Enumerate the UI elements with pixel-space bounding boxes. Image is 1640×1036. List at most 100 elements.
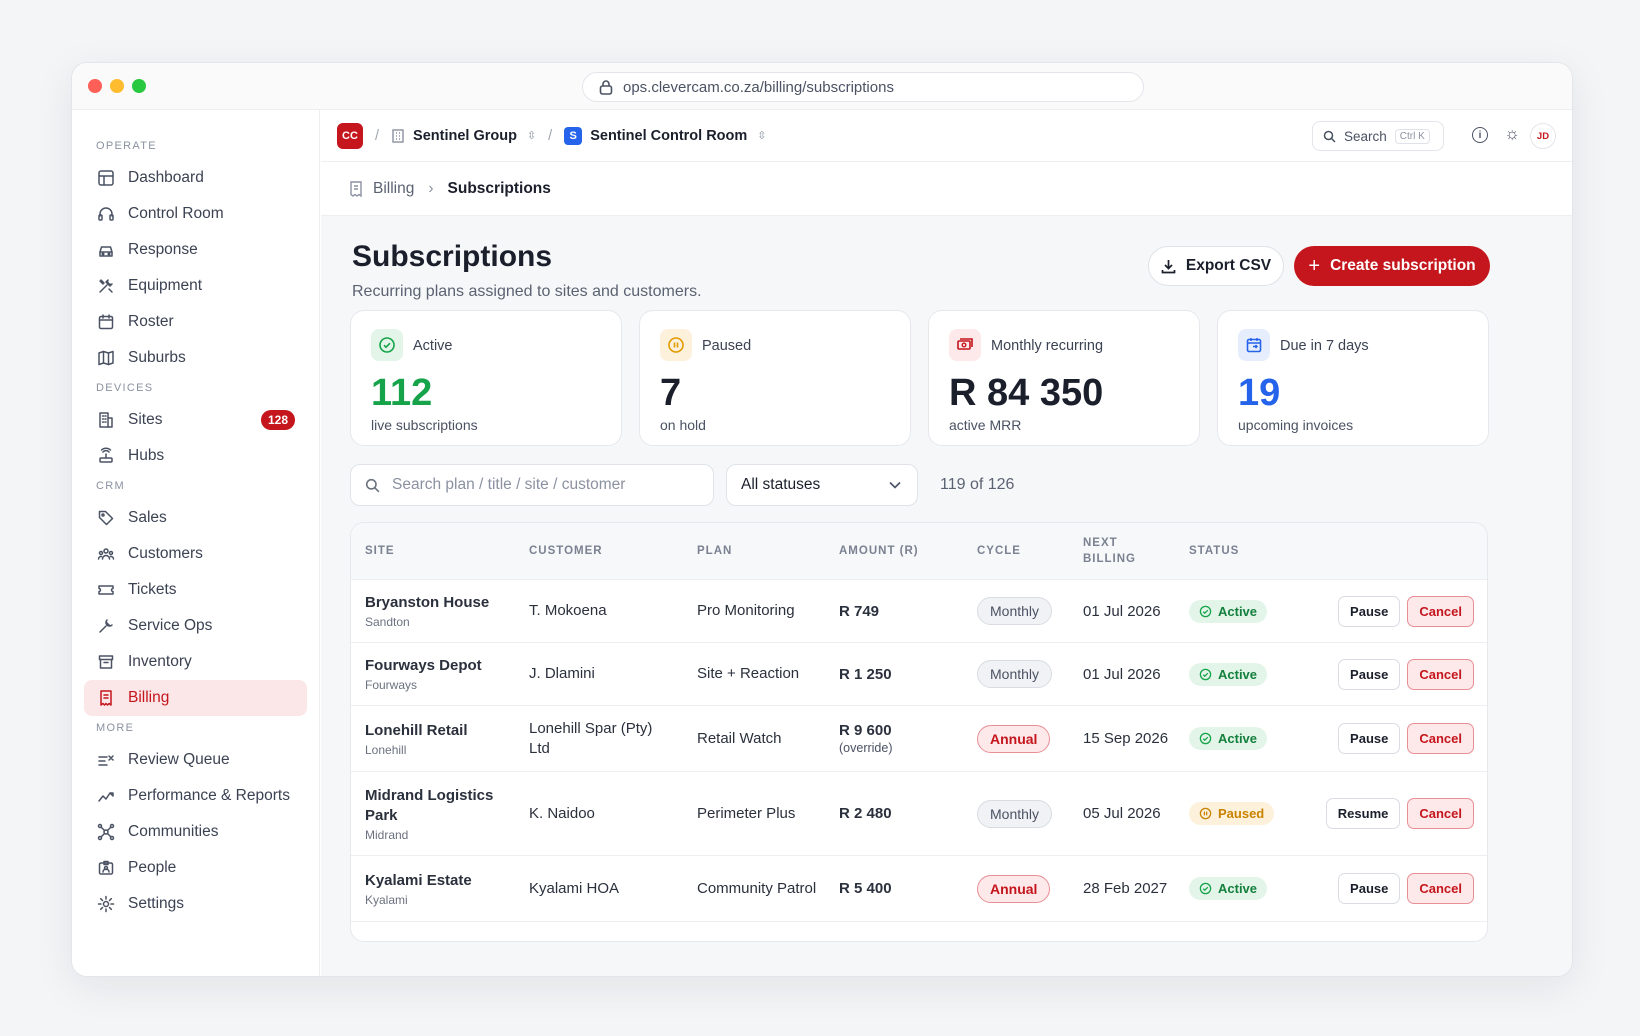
cancel-button[interactable]: Cancel bbox=[1407, 658, 1474, 690]
pause-button[interactable]: Pause bbox=[1338, 658, 1401, 690]
site-name[interactable]: Midrand Logistics Park bbox=[365, 786, 529, 826]
status-select[interactable]: All statuses bbox=[726, 464, 918, 506]
sidebar-item-label: Suburbs bbox=[128, 349, 186, 366]
nav-section-title: OPERATE bbox=[96, 140, 157, 152]
pause-button[interactable]: Pause bbox=[1338, 595, 1401, 627]
stat-label: Monthly recurring bbox=[991, 338, 1104, 354]
site-name[interactable]: Fourways Depot bbox=[365, 656, 529, 676]
sidebar-item-response[interactable]: Response bbox=[84, 232, 307, 268]
amount-cell: R 2 480 bbox=[839, 805, 892, 822]
sidebar-item-sites[interactable]: Sites 128 bbox=[84, 402, 307, 438]
stat-caption: live subscriptions bbox=[371, 417, 478, 433]
status-badge: Active bbox=[1189, 877, 1268, 900]
cycle-badge: Annual bbox=[977, 874, 1051, 903]
stat-card-due-in-7-days: Due in 7 days 19 upcoming invoices bbox=[1217, 310, 1489, 446]
site-name[interactable]: Lonehill Retail bbox=[365, 721, 529, 741]
amount-cell: R 5 400 bbox=[839, 880, 892, 897]
site-suburb: Midrand bbox=[365, 827, 409, 842]
sidebar-item-billing[interactable]: Billing bbox=[84, 680, 307, 716]
lock-icon bbox=[599, 80, 613, 95]
sidebar-item-communities[interactable]: Communities bbox=[84, 814, 307, 850]
sidebar-item-label: Customers bbox=[128, 545, 203, 562]
customer-cell: K. Naidoo bbox=[529, 804, 595, 822]
breadcrumb-billing[interactable]: Billing bbox=[373, 180, 414, 198]
site-name[interactable]: Bryanston House bbox=[365, 593, 529, 613]
table-row[interactable]: Kyalami Estate Kyalami Kyalami HOA Commun… bbox=[351, 856, 1487, 922]
pause-button[interactable]: Pause bbox=[1338, 723, 1401, 754]
sidebar-item-performance-reports[interactable]: Performance & Reports bbox=[84, 778, 307, 814]
stat-card-active: Active 112 live subscriptions bbox=[350, 310, 622, 446]
close-window-button[interactable] bbox=[88, 79, 102, 93]
plan-cell: Community Patrol bbox=[697, 879, 817, 897]
resume-button[interactable]: Resume bbox=[1325, 798, 1401, 829]
sidebar-item-control-room[interactable]: Control Room bbox=[84, 196, 307, 232]
search-input[interactable]: Search plan / title / site / customer bbox=[350, 464, 714, 506]
column-header: AMOUNT (R) bbox=[839, 545, 919, 557]
sidebar-item-equipment[interactable]: Equipment bbox=[84, 268, 307, 304]
check-circle-icon bbox=[1199, 668, 1212, 681]
minimize-window-button[interactable] bbox=[110, 79, 124, 93]
site-name[interactable]: Kyalami Estate bbox=[365, 871, 529, 891]
sidebar-item-settings[interactable]: Settings bbox=[84, 886, 307, 922]
table-row[interactable]: Bryanston House Sandton T. Mokoena Pro Mo… bbox=[351, 580, 1487, 643]
table-row[interactable]: Midrand Logistics Park Midrand K. Naidoo … bbox=[351, 772, 1487, 856]
sidebar-item-label: Billing bbox=[128, 689, 170, 706]
org-logo[interactable]: CC bbox=[337, 122, 363, 149]
ticket-icon bbox=[96, 580, 116, 600]
site-suburb: Sandton bbox=[365, 615, 410, 629]
maximize-window-button[interactable] bbox=[132, 79, 146, 93]
sidebar-item-customers[interactable]: Customers bbox=[84, 536, 307, 572]
sidebar-item-dashboard[interactable]: Dashboard bbox=[84, 160, 307, 196]
amount-cell: R 9 600 bbox=[839, 722, 892, 739]
chevron-down-icon bbox=[889, 481, 901, 489]
chart-icon bbox=[96, 786, 116, 806]
page-subtitle: Recurring plans assigned to sites and cu… bbox=[352, 283, 702, 300]
column-header: PLAN bbox=[697, 545, 733, 557]
table-row[interactable]: Lonehill Retail Lonehill Lonehill Spar (P… bbox=[351, 706, 1487, 772]
pause-button[interactable]: Pause bbox=[1338, 873, 1401, 904]
next-billing-cell: 28 Feb 2027 bbox=[1083, 880, 1168, 897]
sidebar-item-sales[interactable]: Sales bbox=[84, 500, 307, 536]
cancel-button[interactable]: Cancel bbox=[1407, 723, 1474, 754]
cancel-button[interactable]: Cancel bbox=[1407, 798, 1474, 829]
sidebar-item-hubs[interactable]: Hubs bbox=[84, 438, 307, 474]
money-icon bbox=[949, 329, 981, 361]
building-icon bbox=[96, 410, 116, 430]
workspace-switcher[interactable]: Sentinel Control Room bbox=[590, 128, 747, 144]
table-row[interactable]: Fourways Depot Fourways J. Dlamini Site +… bbox=[351, 643, 1487, 706]
cancel-button[interactable]: Cancel bbox=[1407, 873, 1474, 904]
sidebar-item-label: Control Room bbox=[128, 205, 224, 222]
amount-cell: R 749 bbox=[839, 602, 880, 620]
browser-window: ops.clevercam.co.za/billing/subscription… bbox=[71, 62, 1573, 977]
create-subscription-button[interactable]: + Create subscription bbox=[1294, 246, 1490, 286]
tools-icon bbox=[96, 276, 116, 296]
sidebar-item-service-ops[interactable]: Service Ops bbox=[84, 608, 307, 644]
sidebar-item-label: Roster bbox=[128, 313, 174, 330]
chevron-updown-icon[interactable]: ⇳ bbox=[757, 129, 766, 142]
cancel-button[interactable]: Cancel bbox=[1407, 595, 1474, 627]
sidebar-item-people[interactable]: People bbox=[84, 850, 307, 886]
status-badge: Active bbox=[1189, 599, 1268, 623]
address-bar[interactable]: ops.clevercam.co.za/billing/subscription… bbox=[582, 72, 1144, 102]
sun-icon[interactable]: ☼ bbox=[1504, 124, 1520, 144]
nav-section-title: DEVICES bbox=[96, 382, 154, 394]
customer-cell: T. Mokoena bbox=[529, 602, 607, 619]
network-icon bbox=[96, 822, 116, 842]
customer-cell: Kyalami HOA bbox=[529, 879, 620, 897]
org-switcher[interactable]: Sentinel Group bbox=[413, 128, 517, 144]
sidebar-item-roster[interactable]: Roster bbox=[84, 304, 307, 340]
chevron-updown-icon[interactable]: ⇳ bbox=[527, 129, 536, 142]
export-csv-button[interactable]: Export CSV bbox=[1148, 246, 1284, 286]
headset-icon bbox=[96, 204, 116, 224]
global-search-button[interactable]: Search Ctrl K bbox=[1312, 121, 1444, 151]
info-icon[interactable]: i bbox=[1472, 127, 1488, 143]
sidebar-item-label: Sites bbox=[128, 411, 163, 428]
download-icon bbox=[1161, 259, 1176, 273]
avatar[interactable]: JD bbox=[1530, 123, 1556, 149]
sidebar-item-inventory[interactable]: Inventory bbox=[84, 644, 307, 680]
stat-value: 112 bbox=[371, 372, 433, 414]
sidebar-item-suburbs[interactable]: Suburbs bbox=[84, 340, 307, 376]
sidebar-item-label: Dashboard bbox=[128, 169, 204, 186]
sidebar-item-review-queue[interactable]: Review Queue bbox=[84, 742, 307, 778]
sidebar-item-tickets[interactable]: Tickets bbox=[84, 572, 307, 608]
